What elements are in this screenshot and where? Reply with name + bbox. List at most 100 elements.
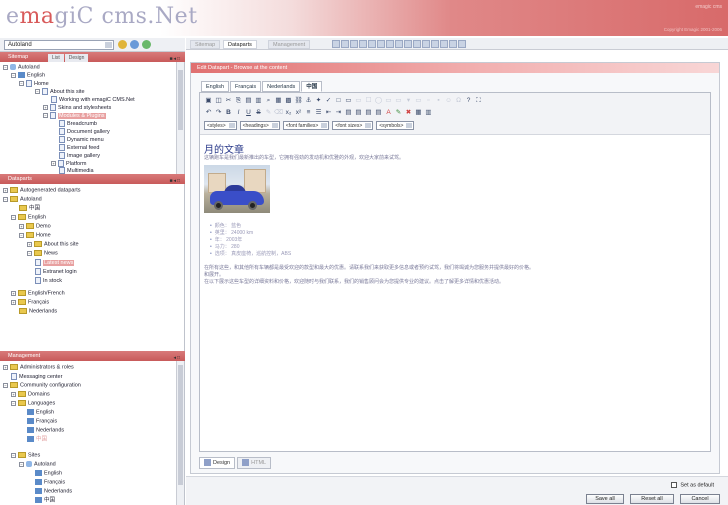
unordered-list-icon[interactable]: ☰	[314, 108, 323, 117]
lock-icon[interactable]	[449, 40, 457, 48]
scroll-thumb[interactable]	[178, 70, 183, 130]
strikethrough-icon[interactable]: S	[254, 108, 263, 117]
tab-dataparts[interactable]: Dataparts	[223, 40, 257, 49]
tree-node[interactable]: − Home	[19, 232, 51, 239]
copy-icon[interactable]: ⎘	[234, 96, 243, 105]
text-color-icon[interactable]: A	[384, 108, 393, 117]
headings-dropdown[interactable]: <headings>	[239, 121, 280, 130]
collapse-icon[interactable]: −	[19, 81, 24, 86]
upload-icon[interactable]	[422, 40, 430, 48]
design-mode-button[interactable]: Design	[199, 457, 236, 469]
help-icon[interactable]	[458, 40, 466, 48]
tree-node[interactable]: + Platform	[51, 160, 86, 167]
collapse-icon[interactable]: −	[11, 72, 16, 78]
smiley-icon[interactable]: ☺	[444, 96, 453, 105]
tab-francais[interactable]: Français	[230, 81, 262, 92]
expand-icon[interactable]: +	[3, 187, 8, 193]
tree-node[interactable]: Dynamic menu	[59, 136, 104, 143]
outdent-icon[interactable]: ⇤	[324, 108, 333, 117]
tree-node[interactable]: − English	[11, 72, 45, 79]
underline-icon[interactable]: U	[244, 108, 253, 117]
styles-dropdown[interactable]: <styles>	[204, 121, 237, 130]
form-icon[interactable]: ▭	[354, 96, 363, 105]
save-icon[interactable]: ▣	[204, 96, 213, 105]
scroll-thumb[interactable]	[178, 365, 183, 485]
new-doc-icon[interactable]: ◫	[214, 96, 223, 105]
tree-node[interactable]: 中国	[35, 497, 55, 504]
checkbox-icon[interactable]: ☐	[364, 96, 373, 105]
rich-text-editor[interactable]: ▣ ◫ ✂ ⎘ ▤ ▥ ⌕ ▦ ▩ ⛓ ⚓ ✦ ✓ □ ▭ ▭ ☐ ◯ ▭ ▭ ▾ ▭ ▫ ▪ ☺ Ω? ⛶ ↶ ↷ B I U S ✎ ⌫ x₂ x…	[199, 92, 711, 452]
tree-node-selected[interactable]: − Modules & Plugins	[43, 112, 106, 119]
subscript-icon[interactable]: x₂	[284, 108, 293, 117]
expand-icon[interactable]: +	[11, 299, 16, 305]
save-all-button[interactable]: Save all	[586, 494, 624, 504]
tree-node[interactable]: − English	[11, 214, 46, 221]
delete-icon[interactable]	[368, 40, 376, 48]
frame-icon[interactable]: □	[334, 96, 343, 105]
spell-check-icon[interactable]: ✓	[324, 96, 333, 105]
tree-node[interactable]: + Administrators & roles	[3, 364, 74, 371]
tree-node[interactable]: Nederlands	[27, 427, 64, 434]
preview-icon[interactable]	[386, 40, 394, 48]
box-icon[interactable]: ▭	[344, 96, 353, 105]
tree-node[interactable]: Français	[27, 418, 57, 425]
image-button-icon[interactable]: ▪	[434, 96, 443, 105]
format-painter-icon[interactable]: ✎	[264, 108, 273, 117]
refresh-icon[interactable]	[413, 40, 421, 48]
collapse-icon[interactable]: −	[19, 461, 24, 467]
remove-icon[interactable]: ✖	[404, 108, 413, 117]
tree-node[interactable]: In stock	[35, 277, 62, 284]
tree-node[interactable]: External feed	[59, 144, 99, 151]
tree-node-selected[interactable]: Latest news	[35, 259, 75, 266]
superscript-icon[interactable]: x²	[294, 108, 303, 117]
paste-icon[interactable]	[359, 40, 367, 48]
tree-node[interactable]: English	[27, 409, 54, 416]
table-icon[interactable]: ▩	[284, 96, 293, 105]
tree-node[interactable]: Document gallery	[59, 128, 110, 135]
site-select[interactable]: Autoland	[4, 40, 114, 50]
insert-row-icon[interactable]: ▥	[424, 108, 433, 117]
fullscreen-icon[interactable]: ⛶	[474, 96, 483, 105]
expand-icon[interactable]: +	[11, 290, 16, 296]
tree-node[interactable]: − Community configuration	[3, 382, 81, 389]
link-icon[interactable]: ⛓	[294, 96, 303, 105]
tree-node[interactable]: − Autoland	[3, 64, 40, 71]
tree-node[interactable]: + Domains	[11, 391, 50, 398]
highlight-icon[interactable]: ✎	[394, 108, 403, 117]
tree-node[interactable]: − Autoland	[19, 461, 56, 468]
tree-node[interactable]: − Home	[19, 80, 49, 87]
management-scrollbar[interactable]	[176, 361, 184, 505]
editor-content[interactable]: 月的文章 这辆跑车是我们最新推出的车型，它拥有强劲的发动机和优雅的外观，欢迎大家…	[204, 141, 704, 421]
tree-node[interactable]: + About this site	[27, 241, 79, 248]
tree-node[interactable]: − News	[27, 250, 58, 257]
sitemap-tab-list[interactable]: List	[48, 54, 64, 62]
italic-icon[interactable]: I	[234, 108, 243, 117]
collapse-icon[interactable]: −	[3, 64, 8, 70]
publish-icon[interactable]	[440, 40, 448, 48]
save-icon[interactable]	[332, 40, 340, 48]
align-justify-icon[interactable]: ▤	[374, 108, 383, 117]
select-icon[interactable]: ▾	[404, 96, 413, 105]
tree-node[interactable]: + Français	[11, 299, 49, 306]
collapse-icon[interactable]: −	[11, 214, 16, 220]
tab-english[interactable]: English	[201, 81, 230, 92]
sitemap-scrollbar[interactable]	[176, 62, 184, 174]
cut-icon[interactable]: ✂	[224, 96, 233, 105]
collapse-icon[interactable]: −	[43, 113, 48, 118]
clear-format-icon[interactable]: ⌫	[274, 108, 283, 117]
redo-icon[interactable]: ↷	[214, 108, 223, 117]
search-icon[interactable]	[395, 40, 403, 48]
filter-icon[interactable]	[404, 40, 412, 48]
tree-node[interactable]: Working with emagiC CMS.Net	[51, 96, 135, 103]
collapse-icon[interactable]: −	[11, 400, 16, 406]
collapse-icon[interactable]: −	[11, 452, 16, 458]
tree-node[interactable]: Image gallery	[59, 152, 100, 159]
tab-nederlands[interactable]: Nederlands	[262, 81, 301, 92]
paste-text-icon[interactable]: ▥	[254, 96, 263, 105]
special-char-icon[interactable]: Ω	[454, 96, 463, 105]
symbols-dropdown[interactable]: <symbols>	[376, 121, 415, 130]
expand-icon[interactable]: +	[51, 161, 56, 166]
collapse-icon[interactable]: −	[3, 196, 8, 202]
button-icon[interactable]: ▭	[414, 96, 423, 105]
collapse-icon[interactable]: −	[3, 382, 8, 388]
